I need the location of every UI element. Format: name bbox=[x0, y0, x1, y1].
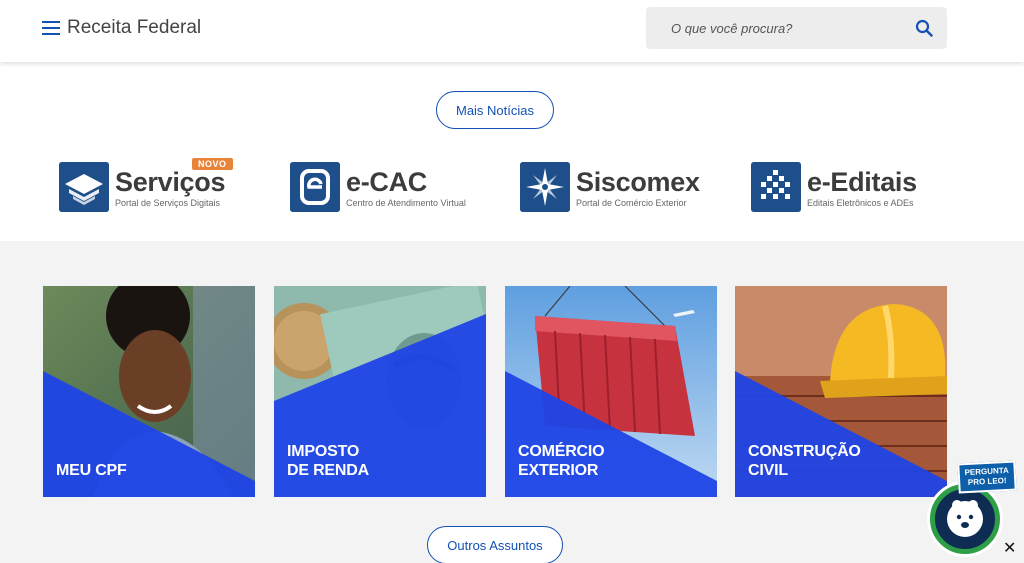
search-icon[interactable] bbox=[915, 19, 933, 37]
search-input[interactable] bbox=[646, 7, 906, 49]
e-editais-subtitle: Editais Eletrônicos e ADEs bbox=[807, 197, 914, 208]
novo-badge: NOVO bbox=[192, 157, 233, 170]
servicos-link[interactable]: NOVO Serviços Portal de Serviços Digitai… bbox=[59, 157, 233, 214]
ecac-subtitle: Centro de Atendimento Virtual bbox=[346, 197, 466, 208]
servicos-subtitle: Portal de Serviços Digitais bbox=[115, 197, 221, 208]
construcao-civil-label: CONSTRUÇÃO CIVIL bbox=[748, 443, 861, 479]
card-imposto-de-renda[interactable]: IMPOSTO DE RENDA bbox=[274, 286, 486, 497]
e-editais-logo-icon bbox=[751, 162, 801, 212]
site-header: Receita Federal bbox=[0, 0, 1024, 62]
ecac-logo-icon bbox=[290, 162, 340, 212]
outros-assuntos-button[interactable]: Outros Assuntos bbox=[427, 526, 563, 563]
leo-avatar-button[interactable] bbox=[930, 484, 1000, 554]
site-title[interactable]: Receita Federal bbox=[67, 17, 201, 39]
e-editais-name: e-Editais bbox=[807, 166, 917, 197]
siscomex-subtitle: Portal de Comércio Exterior bbox=[576, 197, 687, 208]
imposto-de-renda-label: IMPOSTO DE RENDA bbox=[287, 443, 369, 479]
card-meu-cpf[interactable]: MEU CPF bbox=[43, 286, 255, 497]
meu-cpf-label: MEU CPF bbox=[56, 462, 127, 479]
ecac-name: e-CAC bbox=[346, 166, 428, 197]
leo-close-icon[interactable]: ✕ bbox=[1003, 541, 1016, 557]
lion-icon bbox=[947, 500, 983, 537]
comercio-exterior-label: COMÉRCIO EXTERIOR bbox=[518, 443, 605, 479]
servicos-name: Serviços bbox=[115, 166, 226, 197]
ecac-link[interactable]: e-CAC Centro de Atendimento Virtual bbox=[290, 160, 466, 214]
card-comercio-exterior[interactable]: COMÉRCIO EXTERIOR bbox=[505, 286, 717, 497]
card-construcao-civil[interactable]: CONSTRUÇÃO CIVIL bbox=[735, 286, 947, 497]
servicos-logo-icon bbox=[59, 162, 109, 212]
hamburger-menu-icon[interactable] bbox=[42, 21, 60, 35]
e-editais-link[interactable]: e-Editais Editais Eletrônicos e ADEs bbox=[751, 160, 917, 214]
siscomex-logo-icon bbox=[520, 162, 570, 212]
search-box bbox=[646, 7, 947, 49]
leo-tag: PERGUNTA PRO LEO! bbox=[957, 460, 1017, 494]
mais-noticias-button[interactable]: Mais Notícias bbox=[436, 91, 554, 129]
siscomex-link[interactable]: Siscomex Portal de Comércio Exterior bbox=[520, 160, 700, 214]
siscomex-name: Siscomex bbox=[576, 166, 700, 197]
